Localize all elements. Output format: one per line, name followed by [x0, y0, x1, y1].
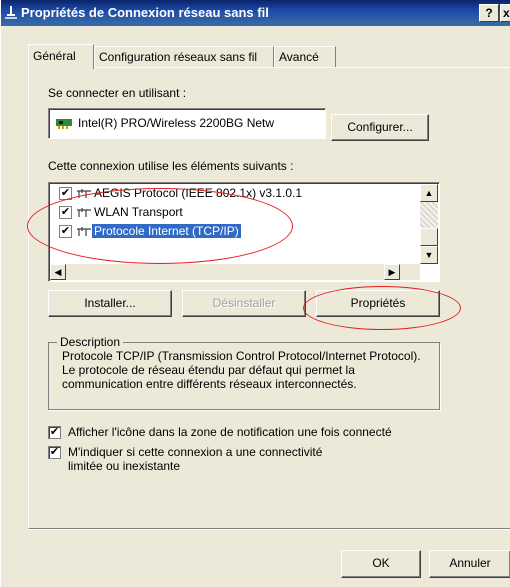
- network-connection-icon: [5, 5, 19, 19]
- notification-icon-label: Afficher l'icône dans la zone de notific…: [68, 425, 392, 439]
- list-item-label: Protocole Internet (TCP/IP): [92, 224, 241, 238]
- connect-using-label: Se connecter en utilisant :: [48, 86, 187, 100]
- protocol-icon: [77, 188, 91, 198]
- network-card-icon: [56, 117, 72, 129]
- components-label: Cette connexion utilise les éléments sui…: [48, 159, 294, 173]
- item-checkbox[interactable]: ✔: [59, 206, 72, 219]
- list-item[interactable]: ✔ Protocole Internet (TCP/IP): [53, 222, 423, 240]
- list-item-label: WLAN Transport: [94, 205, 183, 219]
- item-checkbox[interactable]: ✔: [59, 225, 72, 238]
- list-item[interactable]: ✔ WLAN Transport: [53, 203, 423, 221]
- notification-icon-checkbox[interactable]: ✔: [48, 426, 61, 439]
- protocol-icon: [77, 207, 91, 217]
- footer-divider: [28, 529, 510, 530]
- install-button[interactable]: Installer...: [48, 290, 172, 317]
- item-checkbox[interactable]: ✔: [59, 187, 72, 200]
- arrow-right-icon[interactable]: ▶: [384, 264, 400, 280]
- limited-connectivity-label: M'indiquer si cette connexion a une conn…: [68, 445, 323, 473]
- configure-button[interactable]: Configurer...: [331, 114, 429, 141]
- properties-button[interactable]: Propriétés: [316, 290, 440, 317]
- help-button[interactable]: ?: [479, 4, 499, 22]
- tab-general[interactable]: Général: [28, 44, 94, 69]
- vertical-scrollbar[interactable]: ▲ ▼: [420, 184, 438, 264]
- arrow-left-icon[interactable]: ◀: [50, 264, 66, 280]
- title-bar[interactable]: Propriétés de Connexion réseau sans fil …: [1, 0, 510, 26]
- scroll-track[interactable]: [420, 202, 438, 228]
- description-text: Protocole TCP/IP (Transmission Control P…: [62, 349, 421, 391]
- close-button[interactable]: x: [500, 4, 510, 22]
- ok-button[interactable]: OK: [341, 550, 421, 578]
- arrow-up-icon[interactable]: ▲: [420, 184, 438, 202]
- properties-dialog: Propriétés de Connexion réseau sans fil …: [0, 0, 510, 587]
- list-item[interactable]: ✔ AEGIS Protocol (IEEE 802.1x) v3.1.0.1: [53, 184, 423, 202]
- tab-wireless-config[interactable]: Configuration réseaux sans fil: [94, 46, 274, 68]
- adapter-field: Intel(R) PRO/Wireless 2200BG Netw: [48, 108, 326, 139]
- uninstall-button[interactable]: Désinstaller: [182, 290, 306, 317]
- window-title: Propriétés de Connexion réseau sans fil: [21, 5, 269, 20]
- tab-advanced[interactable]: Avancé: [274, 46, 336, 68]
- cancel-button[interactable]: Annuler: [429, 550, 510, 578]
- scroll-thumb[interactable]: [420, 228, 438, 246]
- limited-connectivity-checkbox[interactable]: ✔: [48, 446, 61, 459]
- protocol-icon: [77, 226, 91, 236]
- arrow-down-icon[interactable]: ▼: [420, 246, 438, 264]
- horizontal-scrollbar[interactable]: ◀ ▶: [50, 264, 420, 280]
- adapter-name: Intel(R) PRO/Wireless 2200BG Netw: [78, 116, 275, 130]
- list-item-label: AEGIS Protocol (IEEE 802.1x) v3.1.0.1: [94, 186, 303, 200]
- description-legend: Description: [57, 335, 124, 349]
